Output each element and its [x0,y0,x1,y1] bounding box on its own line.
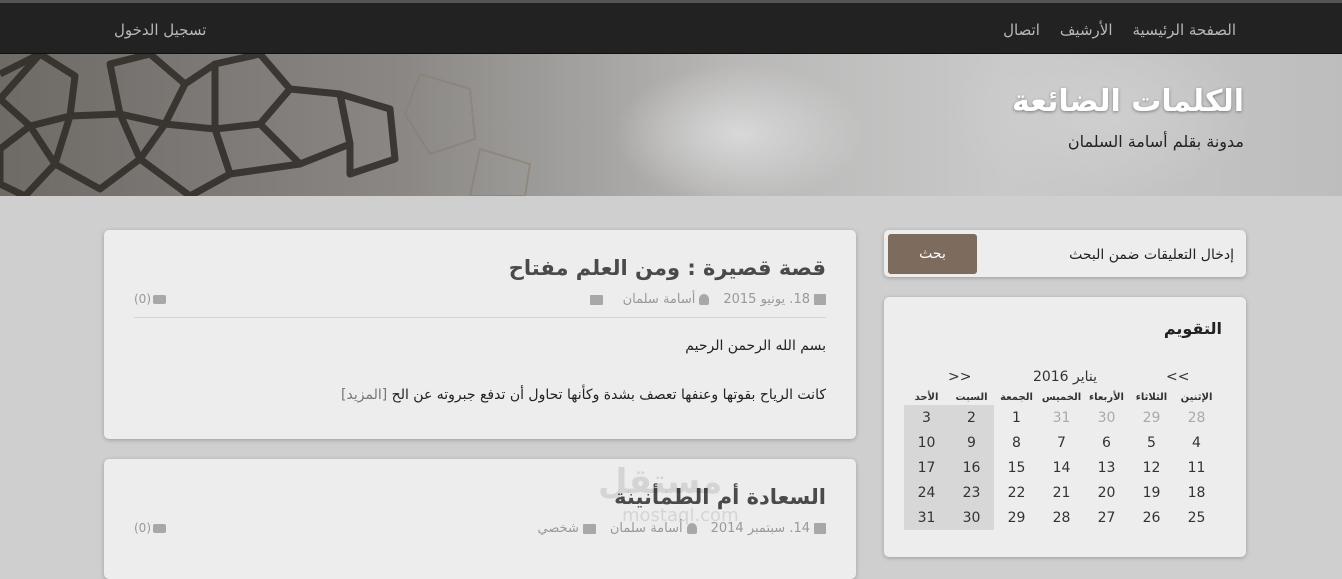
calendar-day[interactable]: 13 [1084,455,1129,480]
calendar-day[interactable]: 22 [994,480,1039,505]
weekday-label: الثلاثاء [1135,391,1168,403]
comment-icon [153,294,166,304]
post-title-link[interactable]: قصة قصيرة : ومن العلم مفتاح [509,256,826,280]
calendar-day[interactable]: 31 [1039,405,1084,430]
search-widget: بحث [884,230,1246,277]
post-category-link[interactable]: شخصي [537,521,578,536]
calendar-day[interactable]: 15 [994,455,1039,480]
user-icon [699,294,710,305]
calendar-day[interactable]: 5 [1129,430,1174,455]
comment-count: (0) [134,292,151,306]
calendar-day[interactable]: 3 [904,405,949,430]
weekday-label: الخميس [1041,391,1082,403]
calendar-week: 25 26 27 28 29 30 31 [904,505,1219,530]
calendar-day[interactable]: 19 [1129,480,1174,505]
calendar-icon [814,294,826,305]
comment-icon [153,523,166,533]
weekday-row: الإثنين الثلاثاء الأربعاء الخميس الجمعة … [904,389,1219,405]
post-meta: 18. يونيو 2015 أسامة سلمان [586,292,826,307]
calendar-day[interactable]: 30 [1084,405,1129,430]
calendar-day[interactable]: 8 [994,430,1039,455]
calendar-day[interactable]: 28 [1039,505,1084,530]
main-nav: الصفحة الرئيسية الأرشيف اتصال [1003,3,1236,57]
calendar-day[interactable]: 2 [949,405,994,430]
calendar-week: 18 19 20 21 22 23 24 [904,480,1219,505]
search-input[interactable] [982,234,1236,275]
comments-link[interactable]: (0) [134,521,166,535]
post-card: قصة قصيرة : ومن العلم مفتاح 18. يونيو 20… [104,230,856,439]
folder-icon [582,523,596,534]
calendar-day[interactable]: 20 [1084,480,1129,505]
calendar-day[interactable]: 30 [949,505,994,530]
calendar-day[interactable]: 21 [1039,480,1084,505]
calendar-heading: التقويم [1163,319,1222,338]
weekday-label: الإثنين [1180,391,1213,403]
calendar-grid: الإثنين الثلاثاء الأربعاء الخميس الجمعة … [904,389,1219,530]
login-nav: تسجيل الدخول [114,3,206,57]
calendar-day[interactable]: 26 [1129,505,1174,530]
post-meta: 14. سبتمبر 2014 أسامة سلمان شخصي [537,521,826,536]
calendar-day[interactable]: 23 [949,480,994,505]
post-author-link[interactable]: أسامة سلمان [623,292,696,307]
calendar-day[interactable]: 27 [1084,505,1129,530]
weekday-label: الجمعة [1000,391,1033,403]
post-excerpt-text: كانت الرياح بقوتها وعنفها تعصف بشدة وكأن… [391,387,826,403]
read-more-link[interactable]: [المزيد] [341,387,387,403]
calendar-widget: التقويم << يناير 2016 >> الإثنين الثلاثا… [884,297,1246,557]
site-title: الكلمات الضائعة [1012,84,1244,119]
post-author-link[interactable]: أسامة سلمان [610,521,683,536]
calendar-week: 4 5 6 7 8 9 10 [904,430,1219,455]
user-icon [686,523,697,534]
calendar-day[interactable]: 24 [904,480,949,505]
calendar-week: 11 12 13 14 15 16 17 [904,455,1219,480]
calendar-day[interactable]: 6 [1084,430,1129,455]
post-card: السعادة أم الطمأنينة 14. سبتمبر 2014 أسا… [104,459,856,579]
header-banner: الكلمات الضائعة مدونة بقلم أسامة السلمان [0,54,1342,196]
comments-link[interactable]: (0) [134,292,166,306]
calendar-day[interactable]: 16 [949,455,994,480]
calendar-day[interactable]: 9 [949,430,994,455]
calendar-day[interactable]: 29 [994,505,1039,530]
calendar-day[interactable]: 1 [994,405,1039,430]
calendar-day[interactable]: 31 [904,505,949,530]
nav-home-link[interactable]: الصفحة الرئيسية [1133,21,1237,39]
calendar-day[interactable]: 14 [1039,455,1084,480]
calendar-day[interactable]: 18 [1174,480,1219,505]
calendar-month-label: يناير 2016 [1032,369,1098,385]
calendar-week: 28 29 30 31 1 2 3 [904,405,1219,430]
folder-icon [589,294,603,305]
calendar-icon [814,523,826,534]
post-date: 14. سبتمبر 2014 [710,521,810,536]
divider [134,317,826,318]
calendar-day[interactable]: 4 [1174,430,1219,455]
comment-count: (0) [134,521,151,535]
weekday-label: الأحد [914,391,939,403]
nav-contact-link[interactable]: اتصال [1003,21,1040,39]
arabesque-pattern-image [0,54,532,196]
post-date: 18. يونيو 2015 [723,292,810,307]
calendar-day[interactable]: 29 [1129,405,1174,430]
search-button[interactable]: بحث [888,234,977,274]
calendar-day[interactable]: 28 [1174,405,1219,430]
nav-archive-link[interactable]: الأرشيف [1060,21,1113,39]
site-subtitle: مدونة بقلم أسامة السلمان [1067,132,1244,151]
weekday-label: الأربعاء [1089,391,1124,403]
calendar-day[interactable]: 12 [1129,455,1174,480]
calendar-day[interactable]: 7 [1039,430,1084,455]
calendar-day[interactable]: 25 [1174,505,1219,530]
top-navbar: الصفحة الرئيسية الأرشيف اتصال تسجيل الدخ… [0,0,1342,54]
post-title-link[interactable]: السعادة أم الطمأنينة [614,485,826,509]
weekday-label: السبت [955,391,988,403]
calendar-day[interactable]: 11 [1174,455,1219,480]
post-excerpt: كانت الرياح بقوتها وعنفها تعصف بشدة وكأن… [341,387,826,403]
calendar-day[interactable]: 17 [904,455,949,480]
login-link[interactable]: تسجيل الدخول [114,21,206,39]
calendar-next-button[interactable]: >> [948,369,971,385]
post-paragraph: بسم الله الرحمن الرحيم [685,338,826,354]
calendar-day[interactable]: 10 [904,430,949,455]
